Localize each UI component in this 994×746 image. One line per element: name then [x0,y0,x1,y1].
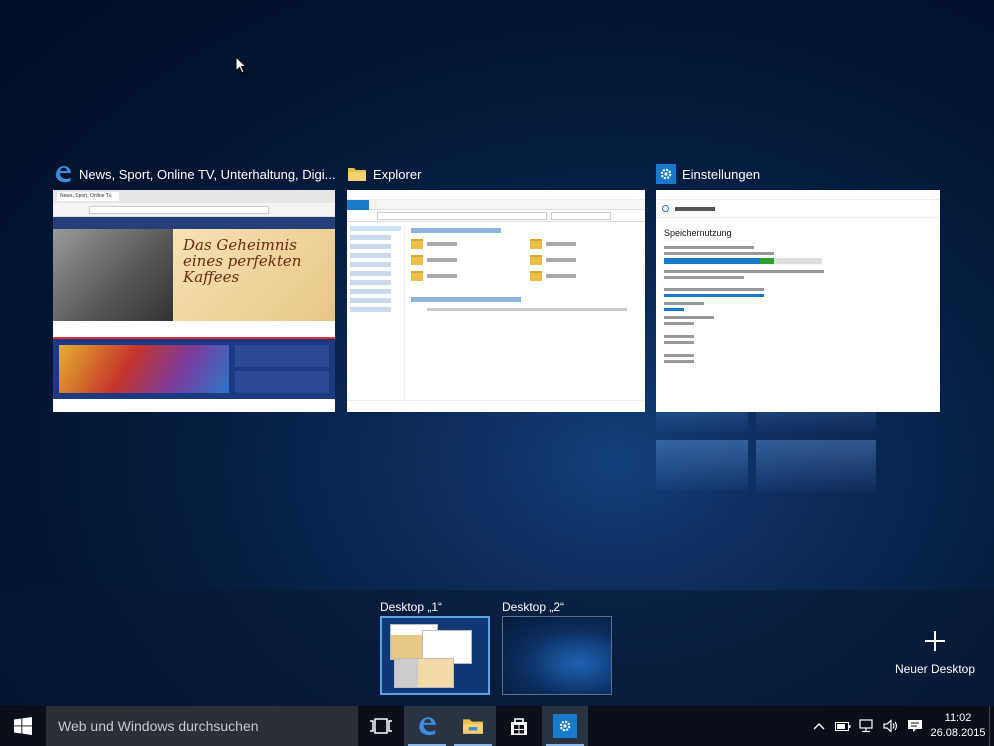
mouse-cursor [235,56,247,74]
edge-icon [53,164,73,184]
taskbar-settings[interactable] [542,706,588,746]
start-button[interactable] [0,706,46,746]
taskbar-file-explorer[interactable] [450,706,496,746]
window-thumbnail[interactable]: News, Sport, Online Tv, Unter... Das Geh… [53,190,335,412]
desktop-2[interactable]: Desktop „2“ [502,598,612,695]
desktop-thumbnail[interactable] [502,616,612,695]
desktop-thumbnail[interactable] [380,616,490,695]
desktop-label: Desktop „1“ [380,600,443,614]
window-title: Einstellungen [682,166,761,182]
search-box[interactable]: Web und Windows durchsuchen [46,706,358,746]
clock-time: 11:02 [944,712,972,724]
clock-date: 26.08.2015 [930,727,986,739]
taskbar: Web und Windows durchsuchen 11:02 26.08.… [0,706,994,746]
browser-tab: News, Sport, Online Tv, Unter... [57,192,119,201]
window-title: News, Sport, Online TV, Unterhaltung, Di… [79,166,336,182]
address-bar [89,205,269,214]
chevron-up-icon[interactable] [807,706,831,746]
search-placeholder: Web und Windows durchsuchen [58,718,259,734]
new-desktop-label: Neuer Desktop [894,662,976,676]
virtual-desktops-bar [0,590,994,706]
show-desktop-button[interactable] [989,706,994,746]
clock[interactable]: 11:02 26.08.2015 [927,711,989,741]
task-view-button[interactable] [358,706,404,746]
ad-headline: Das Geheimnis eines perfekten Kaffees [173,229,335,321]
window-thumbnail[interactable]: Speichernutzung [656,190,940,412]
task-view-window-explorer[interactable]: Explorer [347,162,645,412]
site-menu [53,321,335,339]
folder-icon [347,164,367,184]
teaser-image [59,345,229,393]
desktop-label: Desktop „2“ [502,600,565,614]
window-title: Explorer [373,166,422,182]
taskbar-edge[interactable] [404,706,450,746]
store-icon [511,718,527,735]
action-center-icon[interactable] [903,706,927,746]
new-desktop-button[interactable]: Neuer Desktop [890,628,980,676]
settings-icon [553,714,577,738]
navigation-pane [347,222,405,400]
desktop-1[interactable]: Desktop „1“ [380,598,490,695]
window-title-bar: Explorer [347,162,645,186]
plus-icon [890,628,980,658]
task-view-window-settings[interactable]: Einstellungen Speichernutzung [656,162,940,412]
edge-icon [419,717,436,736]
storage-usage-bar [664,258,822,264]
settings-gear-icon [656,164,676,184]
volume-icon[interactable] [879,706,903,746]
coffee-machine-image [53,229,173,321]
system-tray: 11:02 26.08.2015 [807,706,994,746]
file-explorer-icon [463,719,483,734]
taskbar-store[interactable] [496,706,542,746]
battery-icon[interactable] [831,706,855,746]
network-icon[interactable] [855,706,879,746]
window-thumbnail[interactable] [347,190,645,412]
task-view-window-edge[interactable]: News, Sport, Online TV, Unterhaltung, Di… [53,162,336,412]
window-title-bar: Einstellungen [656,162,940,186]
task-view-icon [370,718,392,734]
quick-access-pane [405,222,645,400]
windows-logo-icon [14,717,32,735]
settings-heading: Speichernutzung [664,228,732,238]
window-title-bar: News, Sport, Online TV, Unterhaltung, Di… [53,162,336,186]
